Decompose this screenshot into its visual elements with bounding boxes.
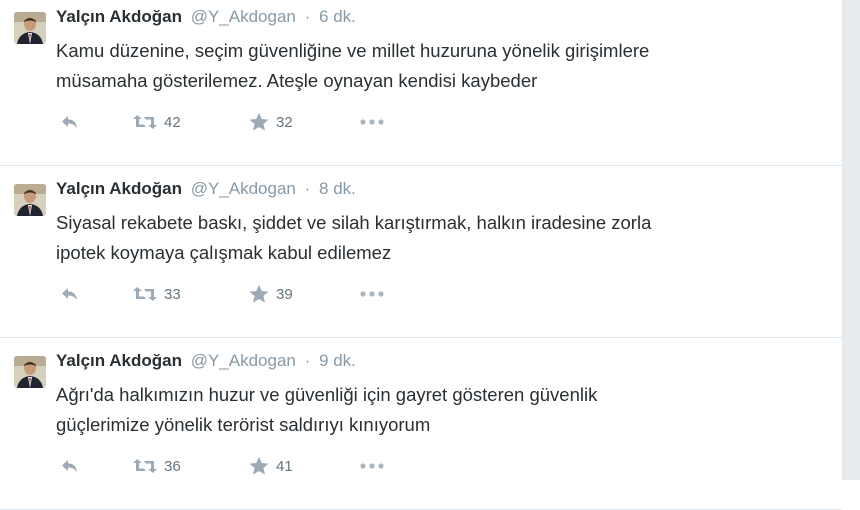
retweet-button[interactable]: 33: [132, 282, 181, 306]
reply-icon: [60, 458, 80, 474]
favorite-button[interactable]: 39: [248, 282, 293, 306]
favorite-button[interactable]: 41: [248, 454, 293, 478]
timestamp[interactable]: 8 dk.: [319, 179, 356, 198]
retweet-icon: [132, 285, 158, 303]
author-username[interactable]: @Y_Akdogan: [191, 179, 296, 198]
tweet-text-line: Ağrı'da halkımızın huzur ve güvenliği iç…: [56, 384, 598, 405]
avatar[interactable]: [14, 184, 46, 216]
tweet-header: Yalçın Akdoğan @Y_Akdogan · 9 dk.: [56, 350, 356, 372]
timestamp[interactable]: 9 dk.: [319, 351, 356, 370]
tweet-actions: 33 39: [56, 282, 456, 306]
reply-button[interactable]: [60, 282, 80, 306]
tweet-header: Yalçın Akdoğan @Y_Akdogan · 6 dk.: [56, 6, 356, 28]
tweet-actions: 42 32: [56, 110, 456, 134]
retweet-count: 42: [164, 113, 181, 131]
favorite-count: 39: [276, 285, 293, 303]
tweet-text-line: Kamu düzenine, seçim güvenliğine ve mill…: [56, 40, 650, 61]
more-dots-icon: [358, 461, 386, 471]
author-name[interactable]: Yalçın Akdoğan: [56, 179, 182, 198]
tweet-actions: 36 41: [56, 454, 456, 478]
tweet-timeline: Yalçın Akdoğan @Y_Akdogan · 6 dk. Kamu d…: [0, 0, 842, 510]
tweet[interactable]: Yalçın Akdoğan @Y_Akdogan · 6 dk. Kamu d…: [0, 0, 842, 166]
tweet-text: Ağrı'da halkımızın huzur ve güvenliği iç…: [56, 380, 826, 440]
more-button[interactable]: [358, 282, 386, 306]
reply-icon: [60, 114, 80, 130]
retweet-button[interactable]: 36: [132, 454, 181, 478]
retweet-icon: [132, 113, 158, 131]
timestamp[interactable]: 6 dk.: [319, 7, 356, 26]
tweet-text-line: müsamaha gösterilemez. Ateşle oynayan ke…: [56, 70, 538, 91]
more-button[interactable]: [358, 454, 386, 478]
tweet[interactable]: Yalçın Akdoğan @Y_Akdogan · 8 dk. Siyasa…: [0, 166, 842, 338]
reply-icon: [60, 286, 80, 302]
scrollbar[interactable]: [842, 0, 860, 480]
favorite-button[interactable]: 32: [248, 110, 293, 134]
separator-dot: ·: [304, 7, 311, 26]
tweet-text: Siyasal rekabete baskı, şiddet ve silah …: [56, 208, 826, 268]
author-name[interactable]: Yalçın Akdoğan: [56, 351, 182, 370]
avatar[interactable]: [14, 356, 46, 388]
separator-dot: ·: [304, 179, 311, 198]
star-icon: [248, 112, 270, 132]
favorite-count: 41: [276, 457, 293, 475]
more-dots-icon: [358, 117, 386, 127]
separator-dot: ·: [304, 351, 311, 370]
star-icon: [248, 456, 270, 476]
reply-button[interactable]: [60, 454, 80, 478]
tweet-text: Kamu düzenine, seçim güvenliğine ve mill…: [56, 36, 826, 96]
tweet-text-line: Siyasal rekabete baskı, şiddet ve silah …: [56, 212, 652, 233]
reply-button[interactable]: [60, 110, 80, 134]
more-button[interactable]: [358, 110, 386, 134]
tweet-text-line: güçlerimize yönelik terörist saldırıyı k…: [56, 414, 431, 435]
author-username[interactable]: @Y_Akdogan: [191, 351, 296, 370]
author-name[interactable]: Yalçın Akdoğan: [56, 7, 182, 26]
tweet[interactable]: Yalçın Akdoğan @Y_Akdogan · 9 dk. Ağrı'd…: [0, 338, 842, 510]
star-icon: [248, 284, 270, 304]
author-username[interactable]: @Y_Akdogan: [191, 7, 296, 26]
avatar[interactable]: [14, 12, 46, 44]
retweet-count: 36: [164, 457, 181, 475]
more-dots-icon: [358, 289, 386, 299]
retweet-icon: [132, 457, 158, 475]
tweet-text-line: ipotek koymaya çalışmak kabul edilemez: [56, 242, 392, 263]
tweet-header: Yalçın Akdoğan @Y_Akdogan · 8 dk.: [56, 178, 356, 200]
retweet-count: 33: [164, 285, 181, 303]
favorite-count: 32: [276, 113, 293, 131]
retweet-button[interactable]: 42: [132, 110, 181, 134]
